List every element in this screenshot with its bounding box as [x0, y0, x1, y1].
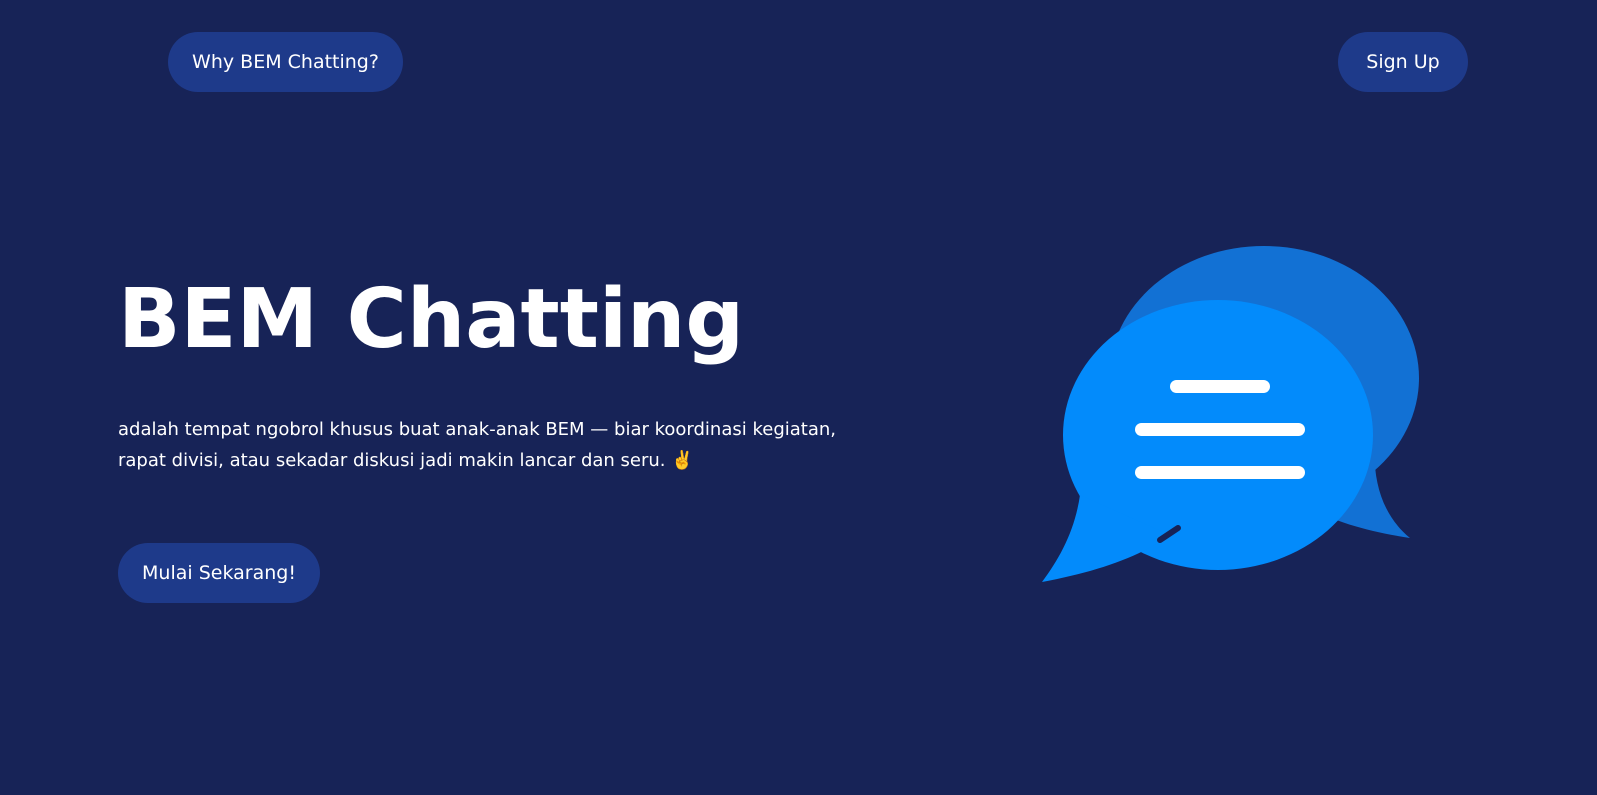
- sign-up-button[interactable]: Sign Up: [1338, 32, 1468, 92]
- chat-bubbles-icon: [1040, 240, 1420, 600]
- why-bem-chatting-button[interactable]: Why BEM Chatting?: [168, 32, 403, 92]
- hero-title: BEM Chatting: [118, 272, 745, 367]
- start-now-button[interactable]: Mulai Sekarang!: [118, 543, 320, 603]
- front-bubble-icon: [1042, 300, 1373, 582]
- hero-description: adalah tempat ngobrol khusus buat anak-a…: [118, 419, 836, 471]
